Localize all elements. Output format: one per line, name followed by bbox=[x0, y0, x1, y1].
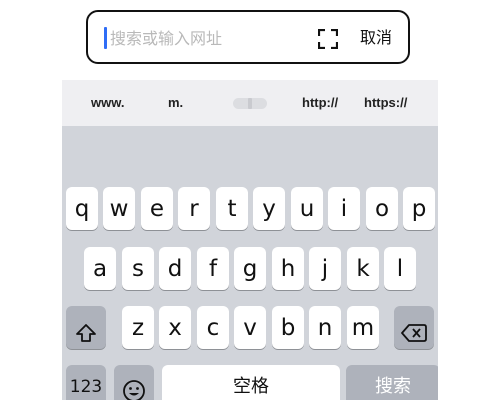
key-u[interactable]: u bbox=[291, 187, 323, 230]
key-e[interactable]: e bbox=[141, 187, 173, 230]
search-bar: 取消 bbox=[86, 10, 410, 64]
text-cursor bbox=[104, 27, 107, 49]
key-i[interactable]: i bbox=[328, 187, 360, 230]
suggestion-bar: www. m. http:// https:// bbox=[62, 80, 438, 126]
key-p[interactable]: p bbox=[403, 187, 435, 230]
backspace-icon bbox=[401, 323, 427, 342]
key-f[interactable]: f bbox=[197, 247, 229, 290]
key-g[interactable]: g bbox=[234, 247, 266, 290]
keyboard: www. m. http:// https:// q w e r t y u i… bbox=[62, 80, 438, 400]
suggestion-http[interactable]: http:// bbox=[302, 93, 338, 113]
key-k[interactable]: k bbox=[347, 247, 379, 290]
shift-key[interactable] bbox=[66, 306, 106, 349]
key-o[interactable]: o bbox=[366, 187, 398, 230]
suggestion-m[interactable]: m. bbox=[168, 93, 183, 113]
suggestion-https[interactable]: https:// bbox=[364, 93, 407, 113]
key-t[interactable]: t bbox=[216, 187, 248, 230]
key-m[interactable]: m bbox=[347, 306, 379, 349]
key-n[interactable]: n bbox=[309, 306, 341, 349]
key-z[interactable]: z bbox=[122, 306, 154, 349]
numbers-key[interactable]: 123 bbox=[66, 365, 106, 400]
key-j[interactable]: j bbox=[309, 247, 341, 290]
space-key[interactable]: 空格 bbox=[162, 365, 340, 400]
key-v[interactable]: v bbox=[234, 306, 266, 349]
key-s[interactable]: s bbox=[122, 247, 154, 290]
key-y[interactable]: y bbox=[253, 187, 285, 230]
key-b[interactable]: b bbox=[272, 306, 304, 349]
search-input[interactable] bbox=[110, 24, 300, 52]
cancel-button[interactable]: 取消 bbox=[350, 22, 402, 54]
search-key[interactable]: 搜索 bbox=[346, 365, 438, 400]
shift-icon bbox=[76, 323, 96, 342]
key-w[interactable]: w bbox=[103, 187, 135, 230]
key-q[interactable]: q bbox=[66, 187, 98, 230]
key-l[interactable]: l bbox=[384, 247, 416, 290]
drag-handle[interactable] bbox=[233, 98, 267, 109]
key-x[interactable]: x bbox=[159, 306, 191, 349]
key-c[interactable]: c bbox=[197, 306, 229, 349]
suggestion-www[interactable]: www. bbox=[91, 93, 124, 113]
scan-icon[interactable] bbox=[318, 29, 338, 49]
key-r[interactable]: r bbox=[178, 187, 210, 230]
key-d[interactable]: d bbox=[159, 247, 191, 290]
delete-key[interactable] bbox=[394, 306, 434, 349]
key-a[interactable]: a bbox=[84, 247, 116, 290]
emoji-key[interactable] bbox=[114, 365, 154, 400]
emoji-icon bbox=[123, 379, 145, 400]
key-h[interactable]: h bbox=[272, 247, 304, 290]
